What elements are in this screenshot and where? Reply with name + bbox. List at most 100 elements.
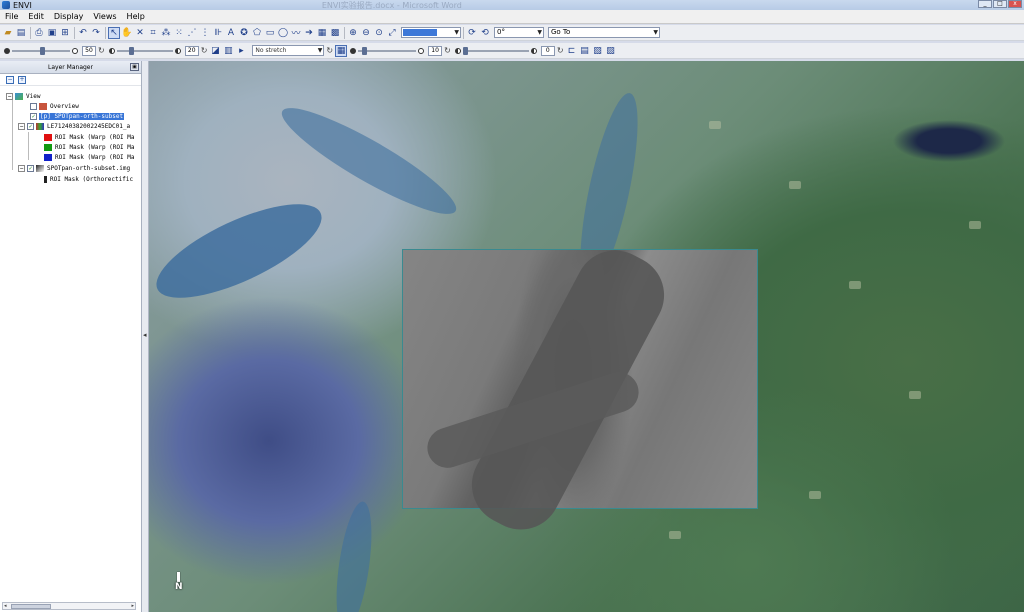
- menu-help[interactable]: Help: [122, 12, 150, 21]
- symbol-annotation-icon[interactable]: ✪: [238, 27, 250, 39]
- reset-icon[interactable]: ↻: [444, 46, 451, 55]
- cursor-value-icon[interactable]: ⁂: [160, 27, 172, 39]
- tree-item-roi[interactable]: ROI Mask (Warp (ROI Ma: [44, 142, 134, 152]
- layer-checkbox[interactable]: ✓: [27, 122, 34, 130]
- collapse-toggle[interactable]: −: [18, 164, 25, 172]
- minimize-button[interactable]: _: [978, 0, 992, 8]
- slider-thumb[interactable]: [462, 46, 468, 55]
- contrast-value[interactable]: 20: [184, 45, 199, 56]
- arrow-annotation-icon[interactable]: ➔: [303, 27, 315, 39]
- brightness-value[interactable]: 50: [82, 45, 96, 56]
- transparency-slider[interactable]: [462, 46, 529, 56]
- menu-display[interactable]: Display: [49, 12, 89, 21]
- picture-annotation-icon[interactable]: ▦: [316, 27, 328, 39]
- panel-splitter[interactable]: ◂: [142, 61, 149, 612]
- print-icon[interactable]: ⎙: [33, 27, 45, 39]
- select-icon[interactable]: ↖: [108, 26, 120, 39]
- reset-icon[interactable]: ↻: [201, 46, 208, 55]
- slider-thumb[interactable]: [128, 46, 134, 55]
- scroll-left-icon[interactable]: ◂: [4, 603, 7, 609]
- polyline-annotation-icon[interactable]: 〰: [290, 27, 302, 39]
- tree-item-spot-layer[interactable]: − ✓ SPOTpan-orth-subset.img: [18, 163, 130, 173]
- tree-item-roi[interactable]: ROI Mask (Orthorectific: [44, 174, 133, 184]
- data-manager-icon[interactable]: ▤: [15, 27, 27, 39]
- vector-icon[interactable]: ⋰: [186, 27, 198, 39]
- zoom-in-icon[interactable]: ⊕: [347, 27, 359, 39]
- stretch-linear-icon[interactable]: ◪: [209, 45, 221, 57]
- zoom-fixed-icon[interactable]: ⊙: [373, 27, 385, 39]
- tree-item-landsat-layer[interactable]: − ✓ LE71240382002245EDC01_a: [18, 121, 130, 131]
- horizontal-scrollbar[interactable]: ◂ ▸: [2, 602, 136, 610]
- rectangle-annotation-icon[interactable]: ▭: [264, 27, 276, 39]
- blend-icon[interactable]: ▧: [592, 45, 604, 57]
- brightness-slider[interactable]: [12, 46, 70, 56]
- image-view[interactable]: N: [149, 61, 1024, 612]
- sharpen-slider[interactable]: [358, 46, 417, 56]
- reset-icon[interactable]: ↻: [557, 46, 564, 55]
- reset-icon[interactable]: ↻: [98, 46, 105, 55]
- maximize-button[interactable]: □: [993, 0, 1007, 8]
- close-button[interactable]: x: [1008, 0, 1022, 8]
- dock-icon[interactable]: ▣: [130, 63, 139, 71]
- menu-edit[interactable]: Edit: [23, 12, 49, 21]
- layer-checkbox[interactable]: ✓: [27, 164, 34, 172]
- sharpen-icon[interactable]: ▦: [335, 44, 348, 57]
- vector-layer-icon: [36, 164, 44, 172]
- tree-item-view[interactable]: − View: [6, 91, 40, 101]
- collapse-toggle[interactable]: −: [6, 92, 13, 100]
- zoom-level-field[interactable]: ▼: [401, 27, 461, 38]
- grid-icon[interactable]: ⊪: [212, 27, 224, 39]
- zoom-out-icon[interactable]: ⊖: [360, 27, 372, 39]
- scrollbar-thumb[interactable]: [11, 604, 51, 609]
- tree-item-label: LE71240382002245EDC01_a: [47, 122, 131, 130]
- stretch-type-dropdown[interactable]: No stretch ▼: [252, 45, 325, 56]
- pan-icon[interactable]: ✋: [121, 27, 133, 39]
- tree-item-overview[interactable]: Overview: [30, 101, 79, 111]
- collapse-toggle[interactable]: −: [18, 122, 25, 130]
- stretch-arrow-icon[interactable]: ▸: [235, 45, 247, 57]
- tree-item-roi[interactable]: ROI Mask (Warp (ROI Ma: [44, 152, 134, 162]
- portal-icon[interactable]: ▨: [605, 45, 617, 57]
- chip-icon[interactable]: ▣: [46, 27, 58, 39]
- menu-views[interactable]: Views: [88, 12, 121, 21]
- redo-icon[interactable]: ↷: [90, 27, 102, 39]
- collapse-all-icon[interactable]: −: [6, 75, 14, 84]
- swipe-icon[interactable]: ⊏: [566, 45, 578, 57]
- layer-tree: − View Overview ✓ [p] SPOTpan-orth-subse…: [0, 88, 138, 598]
- slider-thumb[interactable]: [40, 46, 45, 55]
- overview-annotation-icon[interactable]: ▩: [329, 27, 341, 39]
- tree-item-roi[interactable]: ROI Mask (Warp (ROI Ma: [44, 132, 134, 142]
- north-arrow: N: [174, 572, 184, 594]
- zoom-full-icon[interactable]: ⤢: [386, 27, 398, 39]
- scroll-right-icon[interactable]: ▸: [131, 603, 134, 609]
- contrast-slider[interactable]: [116, 46, 173, 56]
- pixel-locator-icon[interactable]: ⁙: [173, 27, 185, 39]
- flicker-icon[interactable]: ▤: [579, 45, 591, 57]
- layout-icon[interactable]: ⊞: [59, 27, 71, 39]
- layer-checkbox[interactable]: ✓: [30, 112, 37, 120]
- text-annotation-icon[interactable]: A: [225, 27, 237, 39]
- overview-checkbox[interactable]: [30, 102, 37, 110]
- goto-field[interactable]: Go To ▼: [548, 27, 660, 38]
- roi-icon[interactable]: ⋮: [199, 27, 211, 39]
- slider-thumb[interactable]: [362, 46, 368, 55]
- reset-icon[interactable]: ↻: [326, 46, 333, 55]
- transparency-value[interactable]: 0: [540, 45, 555, 56]
- ellipse-annotation-icon[interactable]: ◯: [277, 27, 289, 39]
- polygon-annotation-icon[interactable]: ⬠: [251, 27, 263, 39]
- crosshair-icon[interactable]: ✕: [134, 27, 146, 39]
- rotate-icon[interactable]: ⟳: [466, 27, 478, 39]
- undo-icon[interactable]: ↶: [77, 27, 89, 39]
- rotate-ccw-icon[interactable]: ⟲: [479, 27, 491, 39]
- stretch-histogram-icon[interactable]: ▥: [222, 45, 234, 57]
- tree-item-spot-layer-selected[interactable]: ✓ [p] SPOTpan-orth-subset: [30, 111, 125, 121]
- expand-all-icon[interactable]: +: [18, 75, 26, 84]
- menu-file[interactable]: File: [0, 12, 23, 21]
- sharpen-value[interactable]: 10: [428, 45, 443, 56]
- spot-pan-image-layer[interactable]: [402, 236, 758, 544]
- rotation-field[interactable]: 0° ▼: [494, 27, 544, 38]
- collapse-panel-icon[interactable]: ◂: [143, 331, 147, 339]
- display-toolbar: 50 ↻ 20 ↻ ◪ ▥ ▸ No stretch ▼ ↻ ▦ 10 ↻ 0 …: [0, 43, 1024, 59]
- open-icon[interactable]: ▰: [2, 27, 14, 39]
- fly-icon[interactable]: ⌗: [147, 27, 159, 39]
